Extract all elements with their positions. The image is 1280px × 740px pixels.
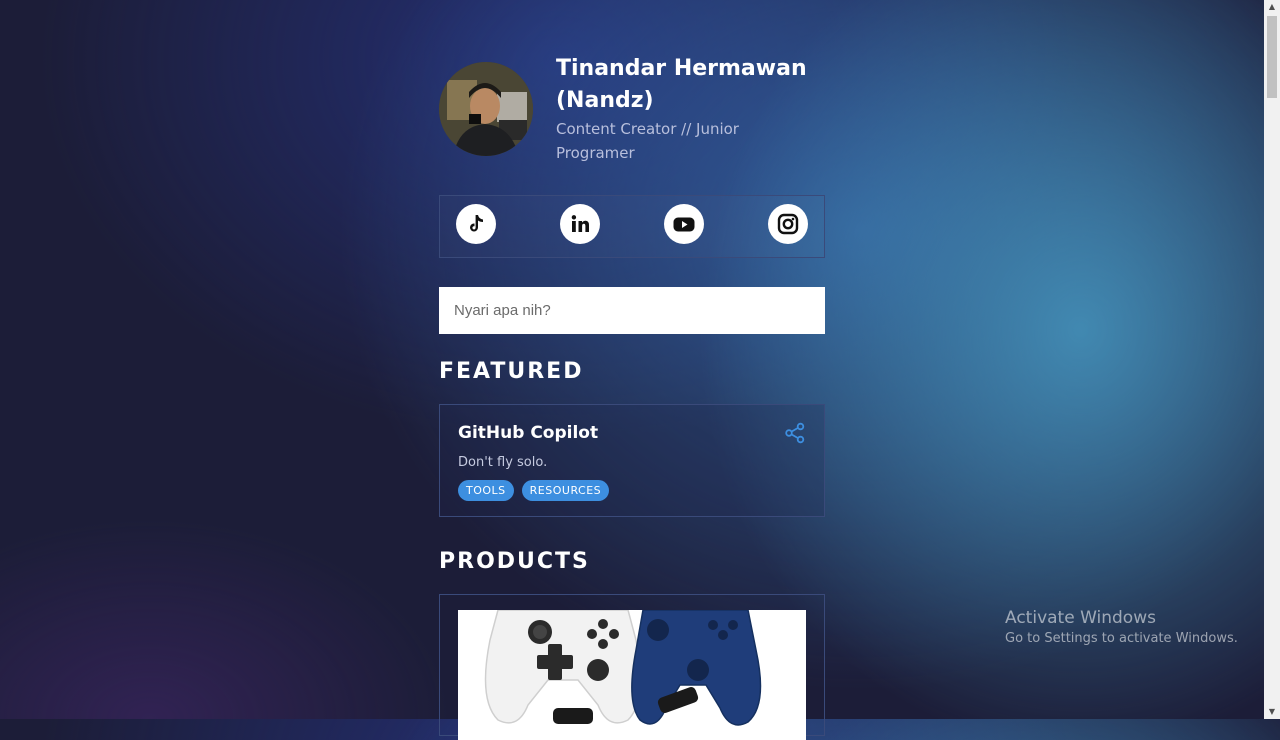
scroll-thumb[interactable]: [1267, 16, 1277, 98]
youtube-link[interactable]: [664, 204, 704, 244]
avatar: [439, 62, 533, 156]
tag-resources[interactable]: RESOURCES: [521, 480, 610, 501]
search-input[interactable]: [439, 287, 825, 334]
youtube-icon: [673, 217, 695, 232]
scroll-up-icon[interactable]: ▲: [1264, 0, 1280, 14]
scroll-down-icon[interactable]: ▼: [1264, 705, 1280, 719]
tiktok-link[interactable]: [456, 204, 496, 244]
instagram-link[interactable]: [768, 204, 808, 244]
windows-activation-watermark: Activate Windows Go to Settings to activ…: [1005, 608, 1238, 646]
linkedin-icon: [571, 215, 589, 232]
profile-bio: Content Creator // Junior Programer: [556, 120, 739, 162]
profile-name: Tinandar Hermawan (Nandz): [556, 56, 807, 113]
profile-header: Tinandar Hermawan (Nandz) Content Creato…: [439, 56, 825, 172]
tag-list: TOOLS RESOURCES: [458, 480, 610, 501]
product-image: [458, 610, 806, 740]
watermark-title: Activate Windows: [1005, 608, 1156, 628]
tag-tools[interactable]: TOOLS: [458, 480, 514, 501]
featured-card[interactable]: GitHub Copilot Don't fly solo. TOOLS RES…: [439, 404, 825, 517]
share-icon[interactable]: [784, 422, 806, 444]
linkedin-link[interactable]: [560, 204, 600, 244]
vertical-scrollbar[interactable]: ▲ ▼: [1264, 0, 1280, 719]
product-card[interactable]: [439, 594, 825, 740]
card-title: GitHub Copilot: [458, 423, 599, 443]
featured-heading: FEATURED: [439, 359, 584, 384]
card-description: Don't fly solo.: [458, 455, 548, 470]
tiktok-icon: [470, 215, 483, 232]
products-heading: PRODUCTS: [439, 549, 590, 574]
watermark-subtitle: Go to Settings to activate Windows.: [1005, 631, 1238, 646]
instagram-icon: [777, 213, 799, 235]
social-links: [439, 195, 825, 258]
